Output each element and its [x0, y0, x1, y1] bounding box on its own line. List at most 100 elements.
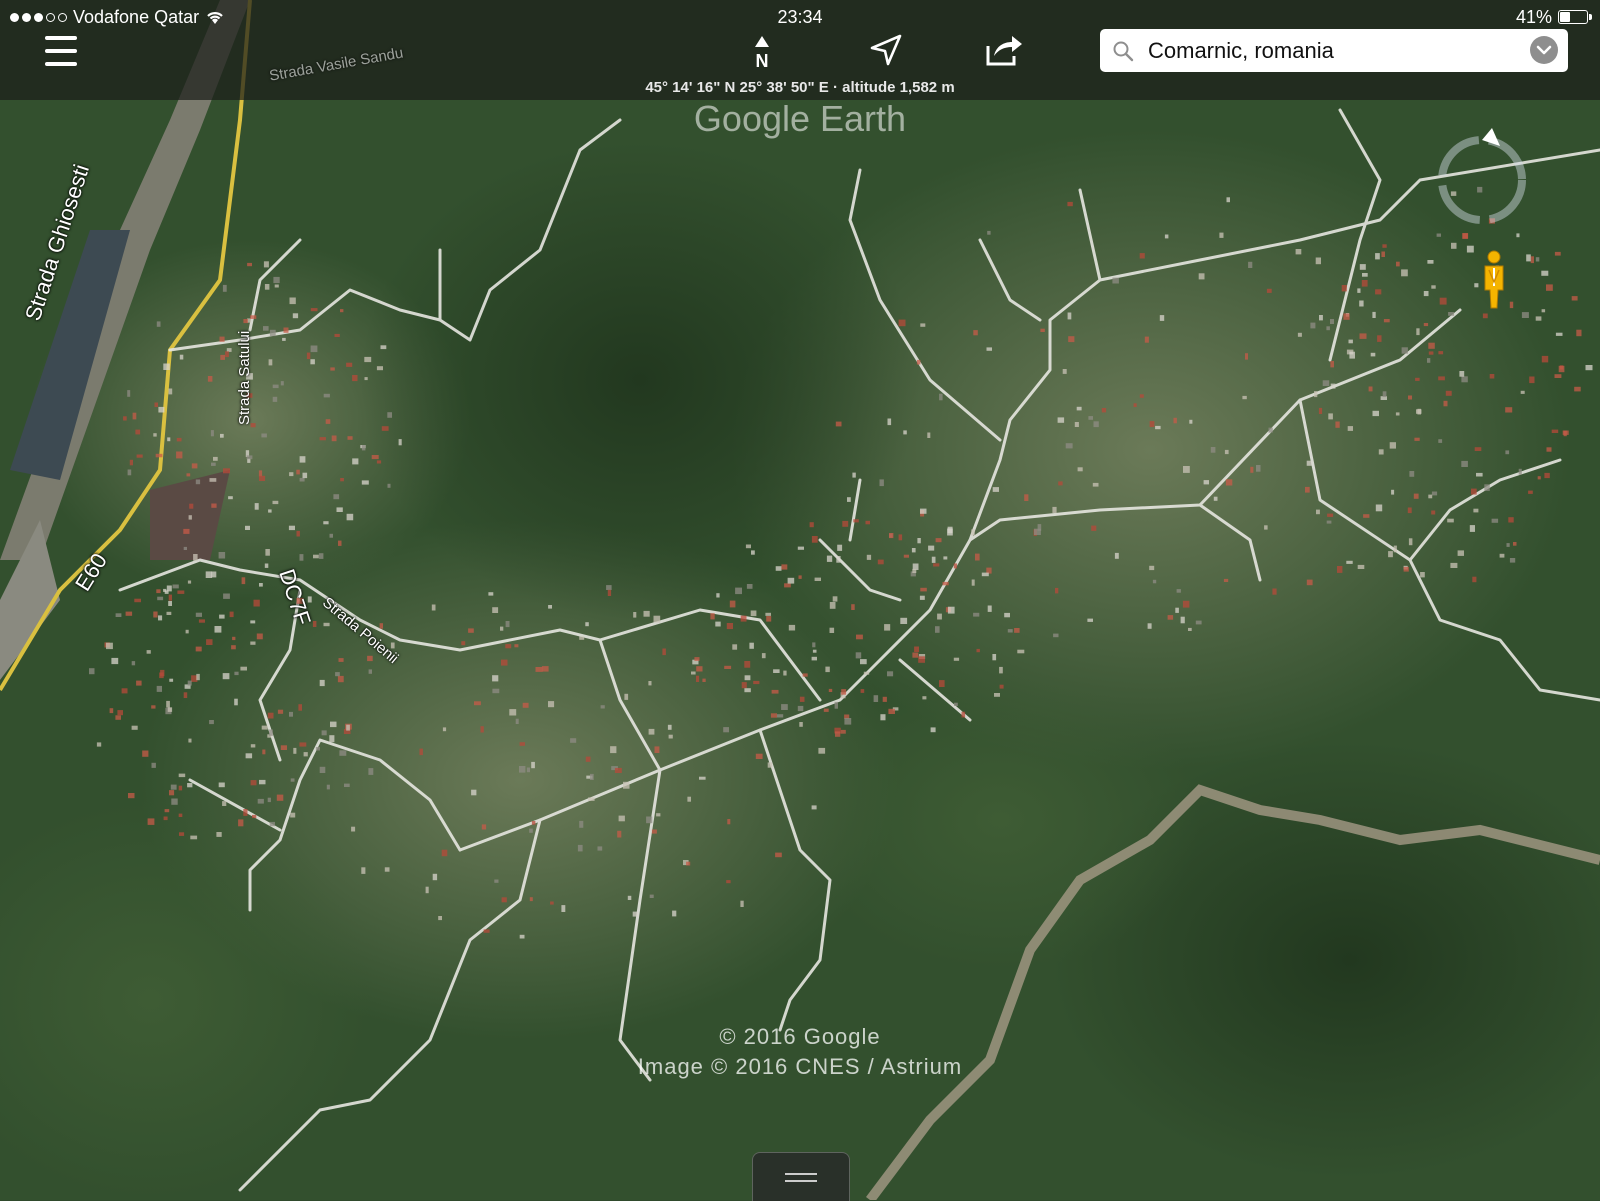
house-rooftop [610, 746, 617, 754]
share-button[interactable] [982, 30, 1026, 70]
house-rooftop [1526, 254, 1531, 262]
house-rooftop [1348, 339, 1353, 344]
pegman-icon[interactable] [1480, 250, 1508, 310]
hamburger-menu-icon[interactable] [40, 36, 82, 66]
house-rooftop [1506, 543, 1510, 547]
house-rooftop [168, 601, 172, 606]
house-rooftop [1180, 616, 1185, 624]
house-rooftop [529, 828, 533, 833]
house-rooftop [515, 718, 519, 724]
house-rooftop [381, 426, 389, 431]
house-rooftop [1359, 333, 1367, 339]
house-rooftop [1407, 507, 1412, 514]
house-rooftop [947, 606, 955, 614]
house-rooftop [775, 566, 782, 571]
house-rooftop [494, 879, 499, 883]
house-rooftop [1445, 390, 1452, 396]
house-rooftop [151, 705, 156, 709]
house-rooftop [296, 530, 300, 537]
house-rooftop [653, 615, 661, 623]
north-indicator-button[interactable]: N [744, 34, 780, 70]
house-rooftop [729, 600, 736, 608]
house-rooftop [1428, 342, 1435, 349]
house-rooftop [971, 529, 975, 536]
house-rooftop [829, 627, 835, 633]
house-rooftop [1574, 386, 1581, 392]
status-bar-right: 41% [1516, 4, 1592, 30]
house-rooftop [258, 470, 263, 477]
house-rooftop [1491, 518, 1499, 523]
house-rooftop [329, 735, 335, 743]
house-rooftop [912, 652, 919, 658]
house-rooftop [154, 402, 158, 407]
house-rooftop [585, 622, 589, 627]
house-rooftop [299, 742, 307, 747]
search-dropdown-button[interactable] [1530, 36, 1558, 64]
house-rooftop [213, 456, 218, 461]
house-rooftop [917, 538, 921, 544]
house-rooftop [269, 821, 275, 827]
house-rooftop [856, 634, 863, 640]
house-rooftop [176, 451, 183, 459]
house-rooftop [900, 617, 908, 624]
house-rooftop [117, 710, 123, 716]
house-rooftop [1415, 377, 1420, 381]
house-rooftop [1219, 232, 1224, 238]
house-rooftop [1395, 412, 1400, 416]
house-rooftop [257, 798, 264, 804]
satellite-map[interactable] [0, 0, 1600, 1200]
house-rooftop [290, 778, 295, 782]
house-rooftop [368, 669, 372, 674]
house-rooftop [371, 455, 379, 460]
house-rooftop [483, 929, 490, 933]
bottom-drawer-handle[interactable] [752, 1152, 850, 1201]
house-rooftop [231, 645, 236, 650]
house-rooftop [1368, 386, 1373, 392]
house-rooftop [836, 556, 841, 563]
house-rooftop [344, 783, 350, 787]
house-rooftop [1541, 355, 1549, 363]
house-rooftop [826, 555, 833, 562]
house-rooftop [232, 636, 236, 641]
house-rooftop [505, 621, 510, 628]
house-rooftop [243, 809, 248, 816]
house-rooftop [1058, 481, 1063, 486]
house-rooftop [973, 330, 978, 336]
compass-control[interactable] [1430, 124, 1534, 228]
house-rooftop [323, 622, 330, 627]
house-rooftop [121, 688, 128, 694]
house-rooftop [1341, 285, 1347, 292]
house-rooftop [177, 590, 185, 594]
house-rooftop [811, 805, 817, 810]
house-rooftop [1554, 374, 1562, 378]
search-input[interactable] [1146, 36, 1510, 65]
house-rooftop [330, 721, 337, 728]
house-rooftop [1326, 326, 1330, 331]
house-rooftop [1223, 578, 1229, 582]
house-rooftop [1328, 413, 1333, 420]
house-rooftop [168, 594, 172, 601]
my-location-button[interactable] [866, 30, 906, 70]
house-rooftop [1091, 525, 1097, 531]
house-rooftop [158, 615, 163, 621]
house-rooftop [1195, 620, 1202, 625]
house-rooftop [656, 813, 661, 817]
grip-line-icon [785, 1179, 817, 1182]
house-rooftop [263, 326, 269, 331]
house-rooftop [163, 588, 167, 592]
house-rooftop [1416, 328, 1420, 336]
house-rooftop [649, 894, 654, 898]
house-rooftop [898, 534, 903, 541]
house-rooftop [1555, 332, 1563, 336]
house-rooftop [840, 729, 846, 734]
house-rooftop [814, 577, 821, 581]
house-rooftop [186, 473, 191, 477]
house-rooftop [1245, 353, 1248, 360]
house-rooftop [188, 515, 192, 520]
house-rooftop [1431, 285, 1436, 289]
house-rooftop [380, 345, 387, 350]
house-rooftop [367, 655, 373, 662]
house-rooftop [1375, 289, 1382, 295]
search-box[interactable] [1100, 29, 1568, 72]
house-rooftop [220, 354, 225, 360]
